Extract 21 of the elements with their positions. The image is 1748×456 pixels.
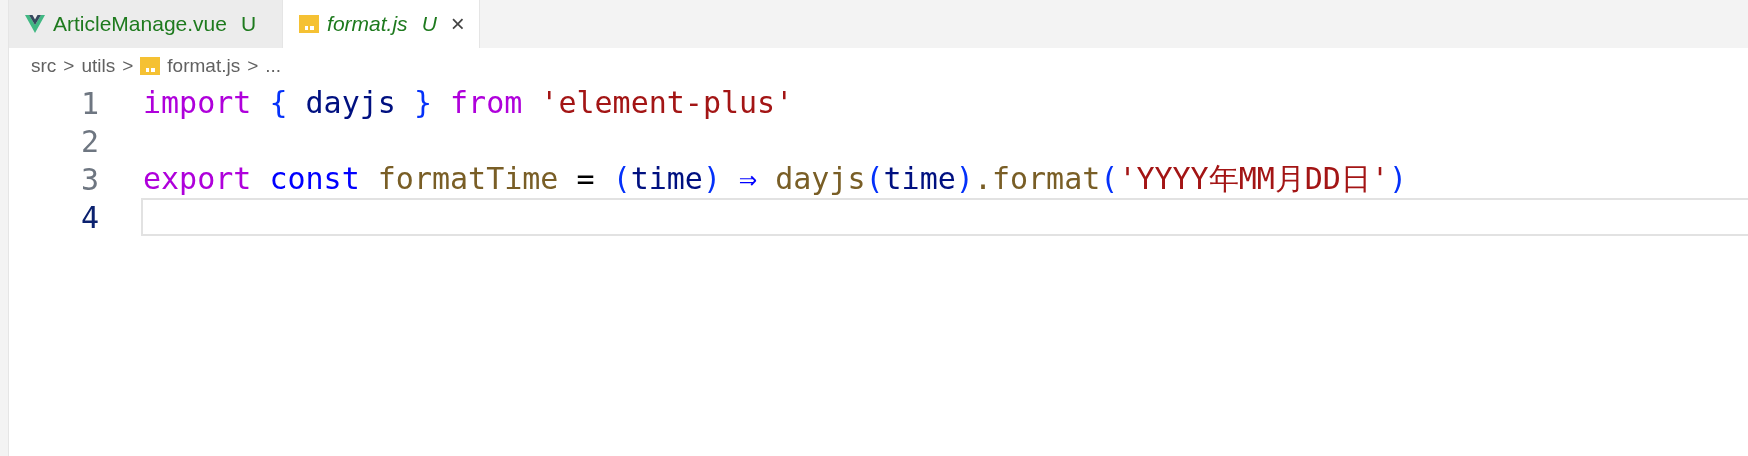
breadcrumb-item[interactable]: format.js [167, 55, 241, 77]
code-line: import { dayjs } from 'element-plus' [143, 85, 794, 120]
close-icon[interactable]: × [450, 10, 465, 38]
line-number: 1 [79, 85, 99, 121]
breadcrumb-item[interactable]: src [31, 55, 57, 77]
breadcrumb-item[interactable]: utils [81, 55, 116, 77]
editor-tab[interactable]: ArticleManage.vue U [9, 0, 284, 48]
line-number: 3 [79, 161, 99, 197]
js-file-icon [299, 15, 320, 33]
js-file-icon [140, 57, 161, 75]
vue-logo-icon [25, 15, 45, 33]
breadcrumb-separator: > [122, 55, 134, 77]
breadcrumb-separator: > [63, 55, 75, 77]
breadcrumb-separator: > [247, 55, 259, 77]
line-number: 4 [79, 199, 99, 235]
status-label: U [421, 12, 437, 36]
status-label: U [240, 12, 257, 36]
code-line: export const formatTime = (time) ⇒ dayjs(time).format('YYYY年MM月DD日') [143, 161, 1408, 196]
breadcrumb-item[interactable]: ... [265, 55, 282, 77]
line-number: 2 [79, 123, 99, 159]
editor-tab[interactable]: format.js U × [283, 0, 480, 48]
